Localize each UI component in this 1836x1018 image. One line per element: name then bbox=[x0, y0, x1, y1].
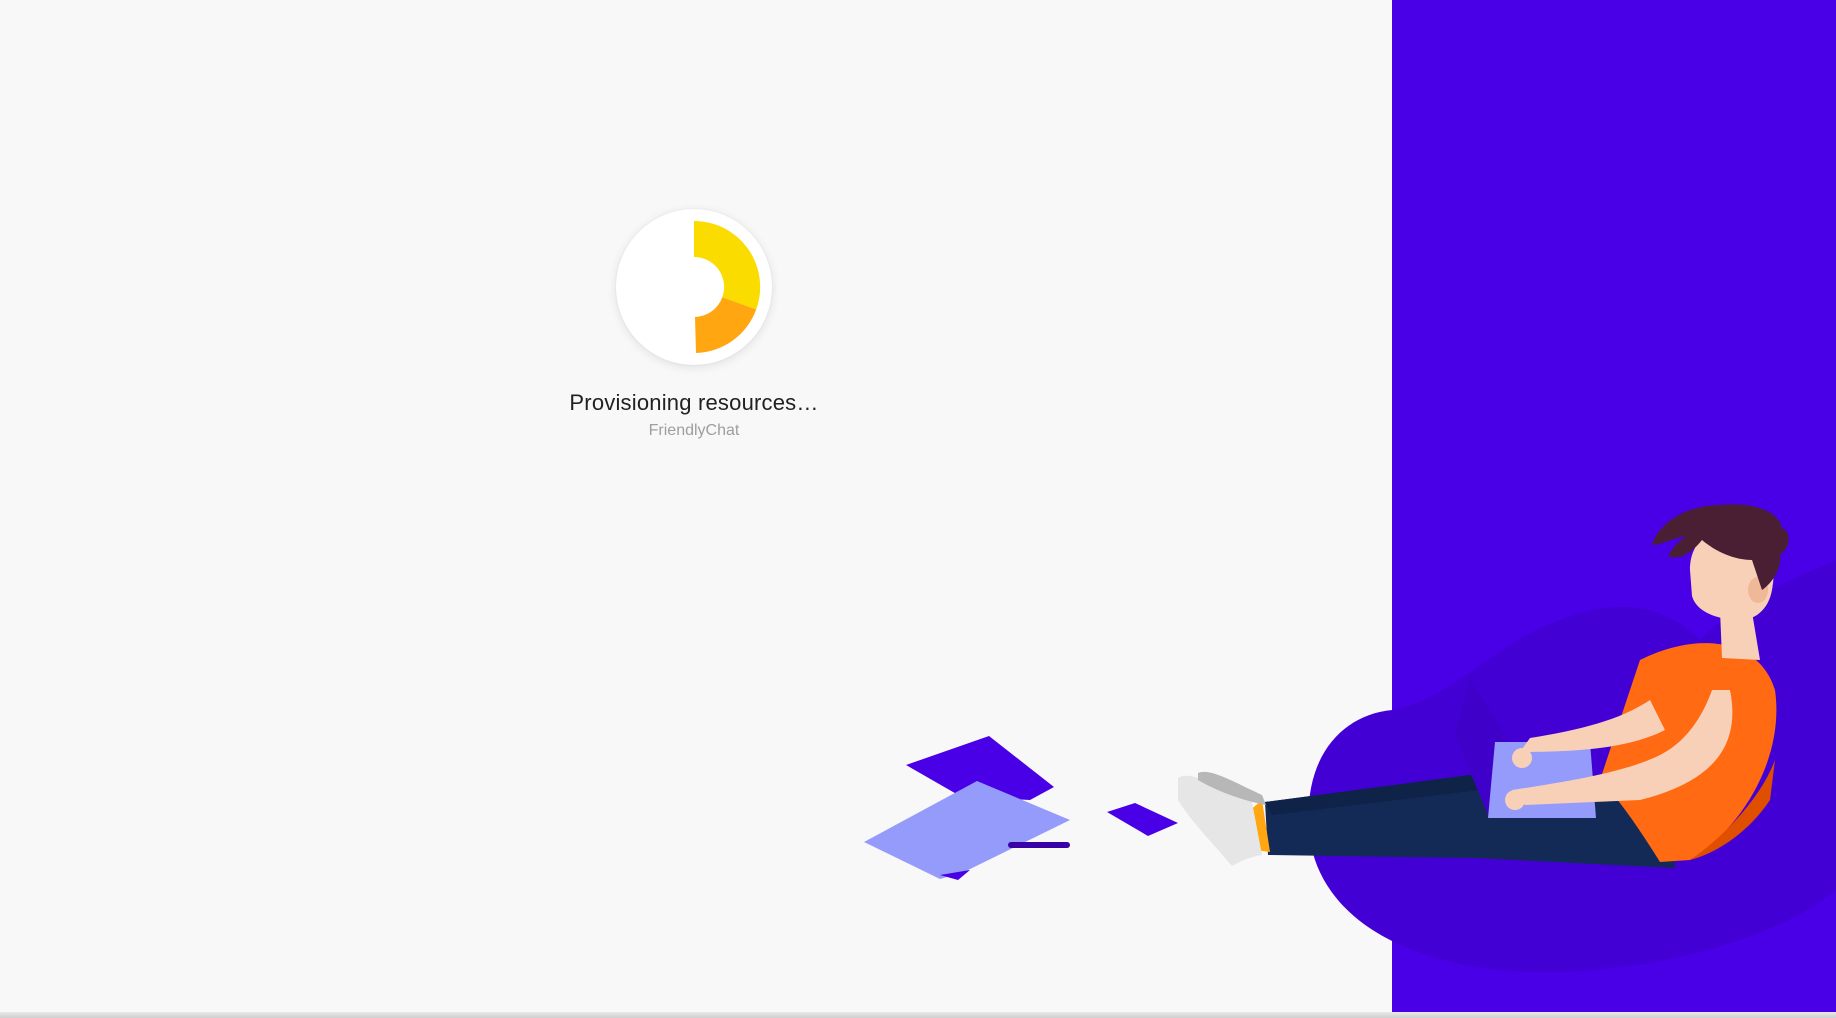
person-with-laptop-illustration bbox=[864, 504, 1836, 973]
window-bottom-edge bbox=[0, 1012, 1836, 1018]
provisioning-page: Provisioning resources… FriendlyChat bbox=[0, 0, 1836, 1018]
